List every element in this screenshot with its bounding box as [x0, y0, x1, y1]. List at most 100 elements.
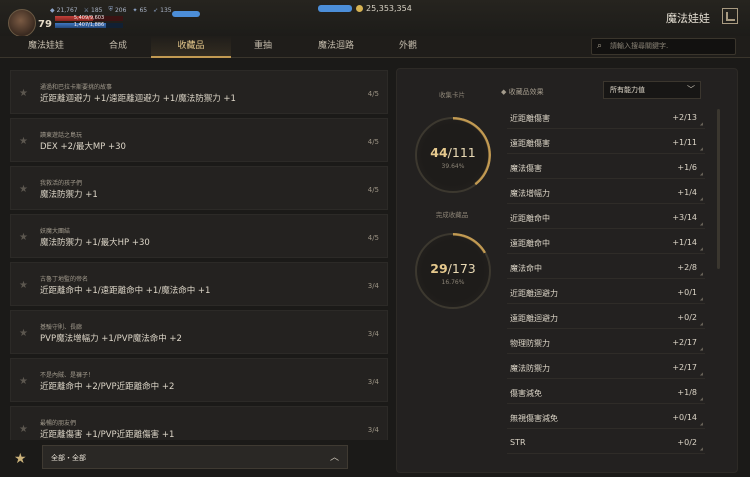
completed-percent: 16.76% [441, 279, 465, 286]
effect-row: 遠距離迴避力 +0/2 ◢ [507, 307, 705, 329]
scrollbar[interactable] [717, 109, 720, 269]
stat-defense: ⛨ 206 [108, 6, 127, 14]
star-icon[interactable]: ★ [19, 376, 28, 387]
collection-row[interactable]: ★ 我救活的孩子們 魔法防禦力 +1 4/5 [10, 166, 388, 210]
collection-row[interactable]: ★ 古魯丁地監的帝名 近距離命中 +1/遠距離命中 +1/魔法命中 +1 3/4 [10, 262, 388, 306]
tab-magic-circuit[interactable]: 魔法迴路 [296, 36, 376, 58]
effect-name: 無視傷害減免 [510, 414, 558, 423]
gold-amount: 25,353,354 [366, 4, 412, 13]
player-stats: ◆ 21,767 ⚔ 185 ⛨ 206 ✦ 65 ➶ 135 [50, 6, 172, 14]
effect-name: 遠距離傷害 [510, 139, 550, 148]
effect-name: STR [510, 438, 526, 447]
stat-filter-dropdown[interactable]: 所有能力值 ﹀ [603, 81, 701, 99]
filter-label: 全部・全部 [51, 454, 86, 462]
corner-mark-icon: ◢ [699, 371, 703, 376]
collection-count: 4/5 [367, 234, 379, 242]
star-icon[interactable]: ★ [19, 424, 28, 435]
effect-value: +2/13 [672, 113, 697, 122]
completed-ring: 29/173 16.76% [415, 233, 491, 309]
effect-name: 物理防禦力 [510, 339, 550, 348]
tab-synthesis[interactable]: 合成 [78, 36, 158, 58]
collection-summary-panel: 收集卡片 44/111 39.64% 完成收藏品 29/173 16.76% ◆… [396, 68, 738, 473]
avatar[interactable] [8, 9, 36, 37]
effect-row: 魔法傷害 +1/6 ◢ [507, 157, 705, 179]
star-icon[interactable]: ★ [19, 184, 28, 195]
collection-name: 我救活的孩子們 [40, 180, 83, 187]
effect-row: 近距離傷害 +2/13 ◢ [507, 107, 705, 129]
corner-mark-icon: ◢ [699, 346, 703, 351]
tab-magic-doll[interactable]: 魔法娃娃 [6, 36, 86, 58]
top-bar: 79 ◆ 21,767 ⚔ 185 ⛨ 206 ✦ 65 ➶ 135 5,409/9,60… [0, 0, 750, 37]
collection-name: 基驗守則、長廊 [40, 324, 83, 331]
effect-value: +1/8 [677, 388, 697, 397]
corner-mark-icon: ◢ [699, 421, 703, 426]
collection-effect: 近距離命中 +1/遠距離命中 +1/魔法命中 +1 [40, 286, 211, 296]
filter-dropdown[interactable]: 全部・全部 ︿ [42, 445, 348, 469]
gold-display: 25,353,354 [356, 4, 412, 13]
star-icon[interactable]: ★ [19, 232, 28, 243]
effect-value: +1/14 [672, 238, 697, 247]
mp-label: 1,407/1,886 [73, 22, 105, 28]
stat-speed: ➶ 135 [153, 6, 172, 14]
collection-count: 3/4 [367, 330, 379, 338]
effect-name: 魔法傷害 [510, 164, 542, 173]
redacted-mark [318, 5, 352, 12]
search-icon: ⌕ [597, 41, 603, 51]
collection-row[interactable]: ★ 基驗守則、長廊 PVP魔法增幅力 +1/PVP魔法命中 +2 3/4 [10, 310, 388, 354]
collection-count: 3/4 [367, 378, 379, 386]
chevron-up-icon: ︿ [329, 453, 339, 463]
collection-list: ★ 通過和巴拉卡斯要挑的故事 近距離迴避力 +1/遠距離迴避力 +1/魔法防禦力… [10, 64, 390, 440]
collection-row[interactable]: ★ 妖魔大團結 魔法防禦力 +1/最大HP +30 4/5 [10, 214, 388, 258]
effect-row: 物理防禦力 +2/17 ◢ [507, 332, 705, 354]
stat-attack: ⚔ 185 [83, 6, 103, 14]
effect-value: +1/11 [672, 138, 697, 147]
tab-reroll[interactable]: 重抽 [223, 36, 303, 58]
tab-bar: 魔法娃娃 合成 收藏品 重抽 魔法迴路 外觀 ⌕ 請輸入搜尋關鍵字. [0, 36, 750, 58]
effect-row: 魔法命中 +2/8 ◢ [507, 257, 705, 279]
collection-name: 妖魔大團結 [40, 228, 71, 235]
effect-name: 魔法防禦力 [510, 364, 550, 373]
corner-mark-icon: ◢ [699, 221, 703, 226]
cards-ring: 44/111 39.64% [415, 117, 491, 193]
collection-effect: 近距離命中 +2/PVP近距離命中 +2 [40, 382, 175, 392]
collection-row[interactable]: ★ 通過和巴拉卡斯要挑的故事 近距離迴避力 +1/遠距離迴避力 +1/魔法防禦力… [10, 70, 388, 114]
effect-value: +2/8 [677, 263, 697, 272]
effect-value: +0/14 [672, 413, 697, 422]
collection-effect: DEX +2/最大MP +30 [40, 142, 126, 152]
collection-name: 通過和巴拉卡斯要挑的故事 [40, 84, 113, 91]
effect-name: 傷害減免 [510, 389, 542, 398]
effect-value: +3/14 [672, 213, 697, 222]
collection-effect: 魔法防禦力 +1 [40, 190, 98, 200]
effect-value: +0/2 [677, 313, 697, 322]
collection-effect: PVP魔法增幅力 +1/PVP魔法命中 +2 [40, 334, 182, 344]
tab-collection[interactable]: 收藏品 [151, 36, 231, 58]
corner-mark-icon: ◢ [699, 171, 703, 176]
corner-mark-icon: ◢ [699, 246, 703, 251]
effect-row: 遠距離命中 +1/14 ◢ [507, 232, 705, 254]
effects-title: ◆ 收藏品效果 [501, 88, 544, 96]
search-input[interactable]: ⌕ 請輸入搜尋關鍵字. [591, 38, 736, 55]
star-icon[interactable]: ★ [19, 328, 28, 339]
effect-row: 近距離迴避力 +0/1 ◢ [507, 282, 705, 304]
exit-icon[interactable] [722, 8, 738, 24]
crit-icon: ✦ [132, 6, 138, 14]
star-icon[interactable]: ★ [19, 280, 28, 291]
favorites-star-icon[interactable]: ★ [14, 451, 27, 467]
tab-appearance[interactable]: 外觀 [368, 36, 448, 58]
effect-row: 無視傷害減免 +0/14 ◢ [507, 407, 705, 429]
star-icon[interactable]: ★ [19, 88, 28, 99]
collection-row[interactable]: ★ 不是內賊、是褲子！ 近距離命中 +2/PVP近距離命中 +2 3/4 [10, 358, 388, 402]
hp-bar: 5,409/9,603 [55, 15, 123, 21]
stat-crit: ✦ 65 [132, 6, 148, 14]
completed-value: 29/173 [430, 261, 476, 276]
effect-value: +0/1 [677, 288, 697, 297]
effect-name: 近距離命中 [510, 214, 550, 223]
corner-mark-icon: ◢ [699, 271, 703, 276]
collection-row[interactable]: ★ 讀東遊話之島玩 DEX +2/最大MP +30 4/5 [10, 118, 388, 162]
collection-effect: 近距離傷害 +1/PVP近距離傷害 +1 [40, 430, 175, 440]
star-icon[interactable]: ★ [19, 136, 28, 147]
mp-bar: 1,407/1,886 [55, 22, 123, 28]
collection-row[interactable]: ★ 最暢的朋友們 近距離傷害 +1/PVP近距離傷害 +1 3/4 [10, 406, 388, 440]
player-level: 79 [38, 19, 52, 30]
collection-name: 最暢的朋友們 [40, 420, 77, 427]
